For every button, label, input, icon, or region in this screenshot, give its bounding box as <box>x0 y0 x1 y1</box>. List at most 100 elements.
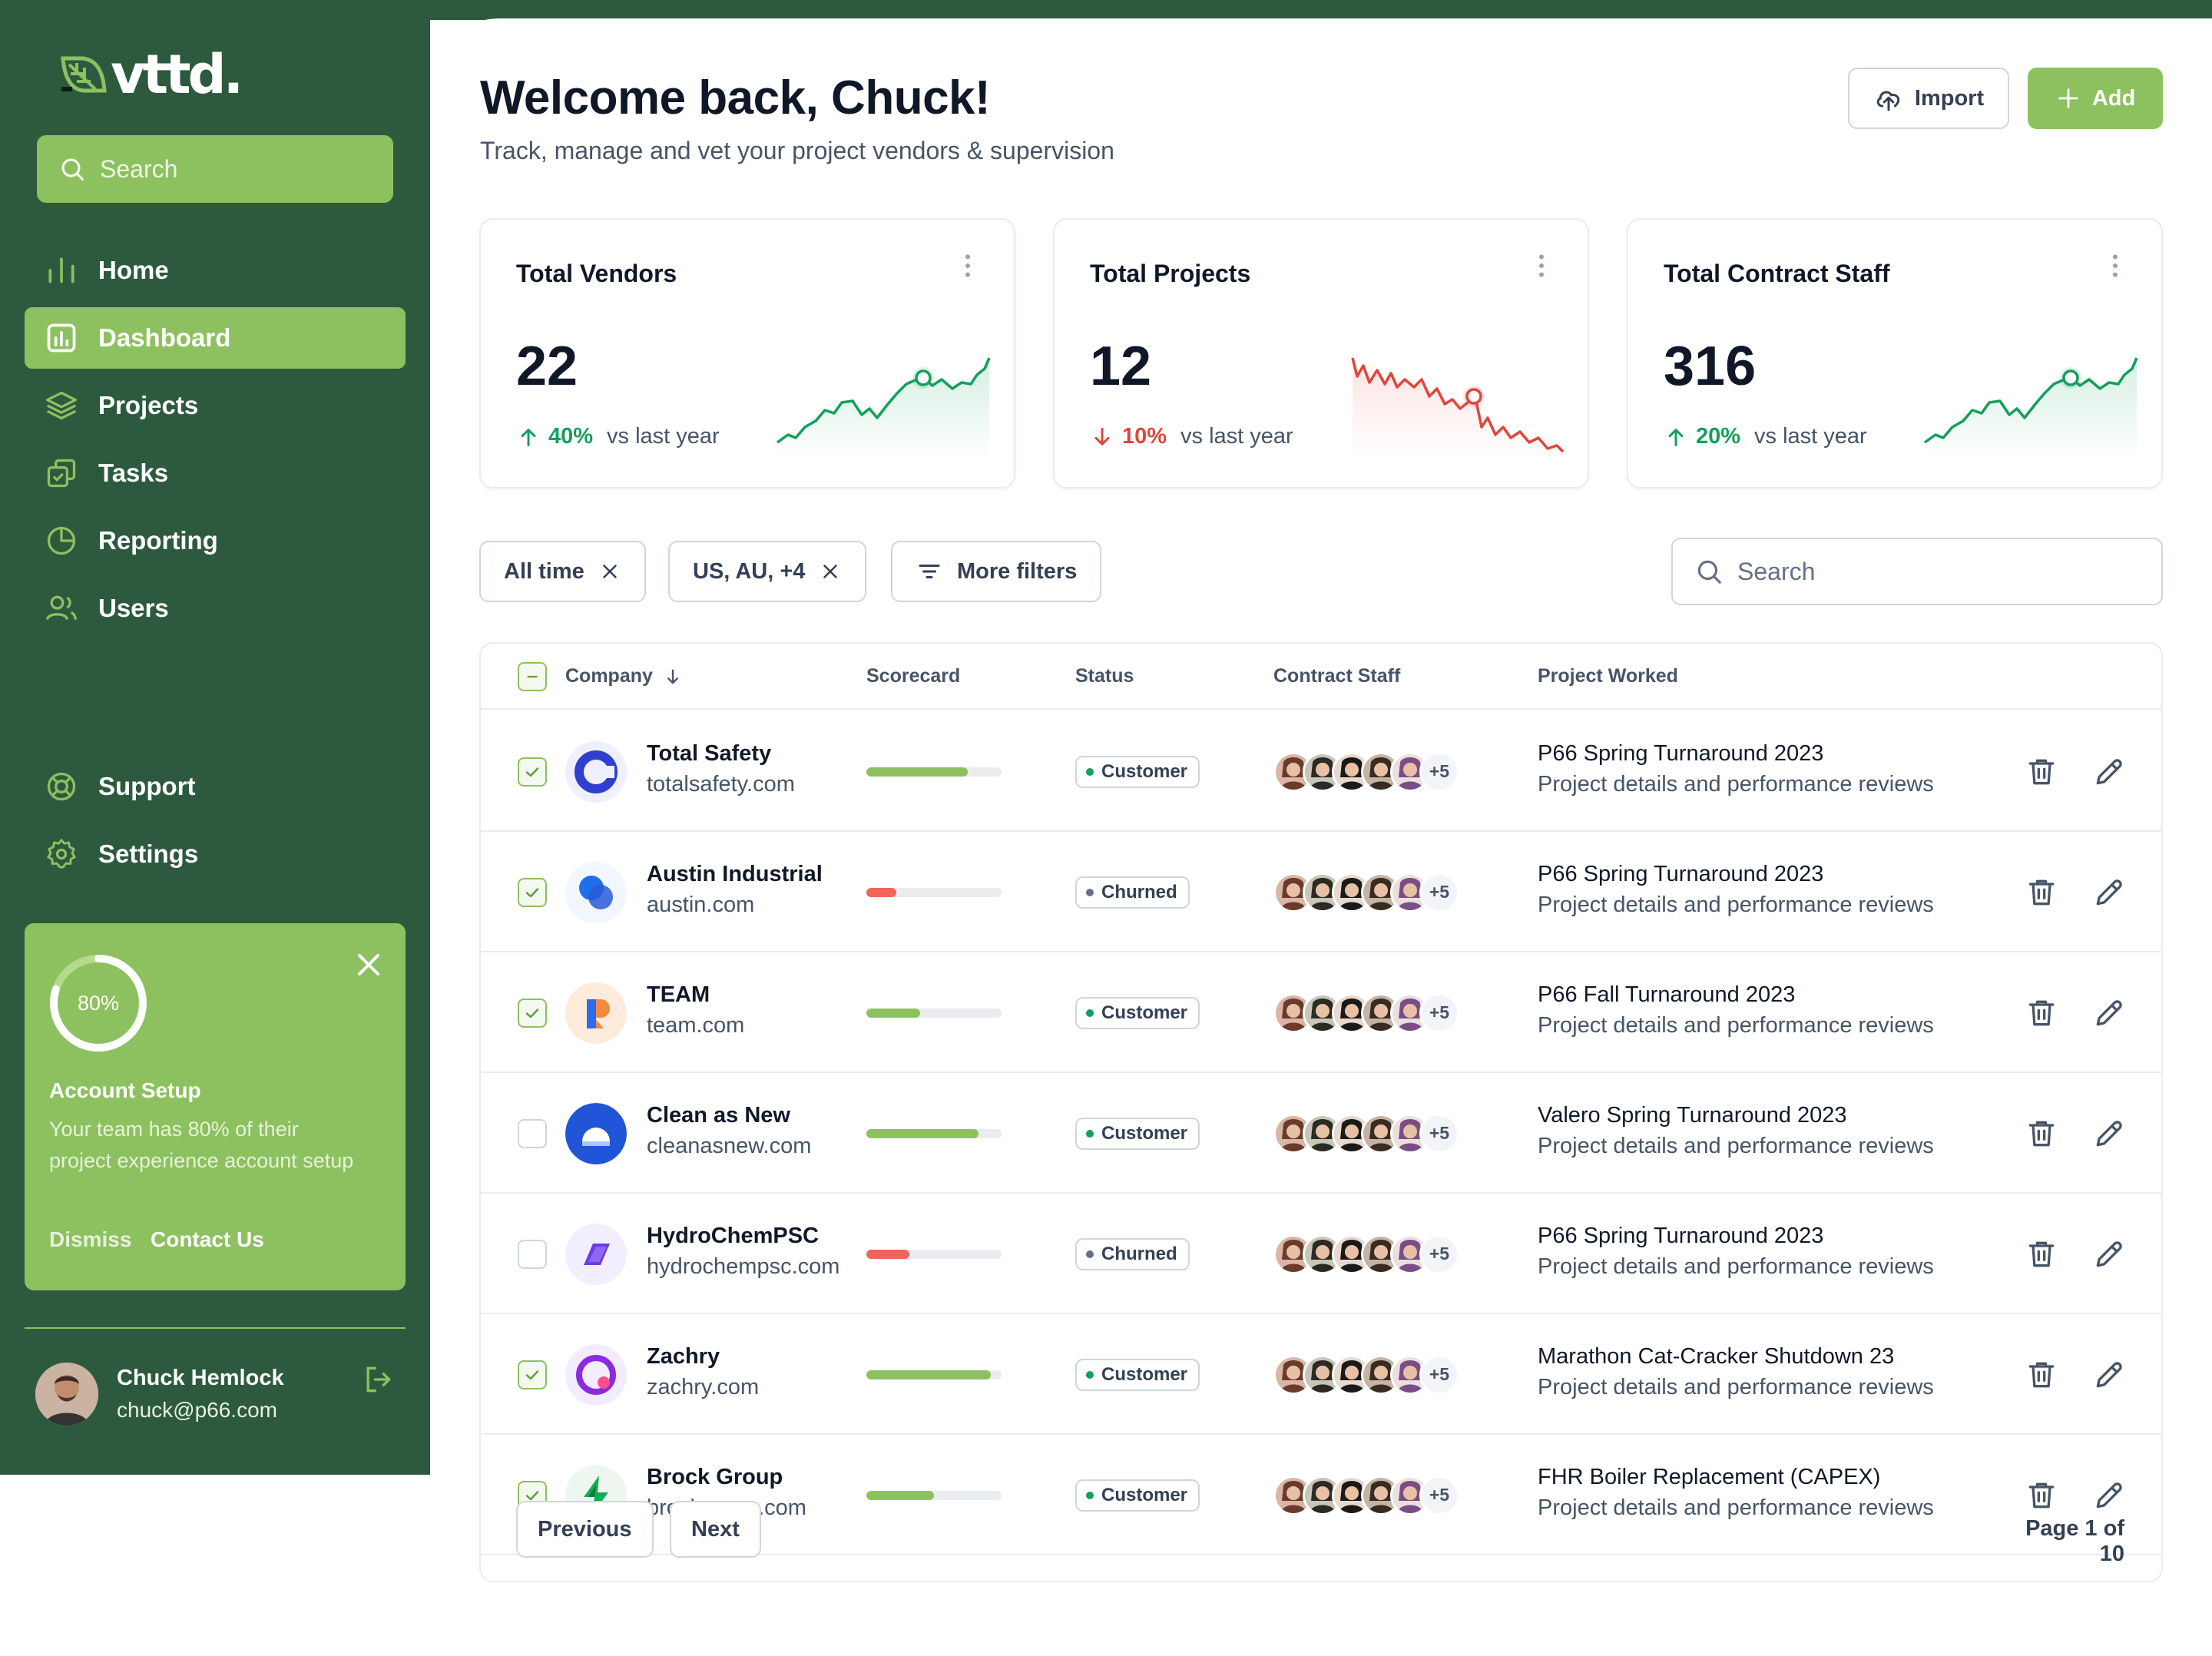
company-name[interactable]: Austin Industrial <box>647 862 823 887</box>
company-website[interactable]: hydrochempsc.com <box>647 1254 839 1280</box>
table-row[interactable]: TEAM team.com Customer +5 P66 Fall Turnaroun… <box>481 952 2161 1073</box>
stat-change: 10% <box>1122 424 1167 449</box>
company-name[interactable]: Brock Group <box>647 1465 783 1490</box>
pencil-icon[interactable] <box>2092 1237 2126 1271</box>
sidebar-search-placeholder: Search <box>100 154 178 183</box>
user-avatar-image <box>35 1363 98 1426</box>
company-website[interactable]: austin.com <box>647 893 754 918</box>
status-badge: Customer <box>1075 755 1200 788</box>
page-title: Welcome back, Chuck! <box>480 71 991 124</box>
more-vertical-icon[interactable] <box>2100 250 2131 281</box>
stat-card-contract-staff: Total Contract Staff 316 20% vs last yea… <box>1627 218 2163 489</box>
project-details: Project details and performance reviews <box>1538 1012 1934 1038</box>
filter-chip-time[interactable]: All time <box>479 541 646 602</box>
contract-staff-avatars[interactable]: +5 <box>1273 1475 1459 1515</box>
row-checkbox[interactable] <box>518 877 547 907</box>
pencil-icon[interactable] <box>2092 996 2126 1030</box>
filter-lines-icon <box>919 565 940 578</box>
avatar[interactable] <box>35 1363 98 1426</box>
plus-icon <box>2058 88 2078 108</box>
table-row[interactable]: Austin Industrial austin.com Churned +5 P66 … <box>481 832 2161 952</box>
pencil-icon[interactable] <box>2092 1117 2126 1151</box>
status-dot <box>1086 1009 1094 1017</box>
pencil-icon[interactable] <box>2092 755 2126 789</box>
close-icon[interactable] <box>819 560 842 583</box>
sidebar-item-users[interactable]: Users <box>25 578 406 639</box>
row-checkbox[interactable] <box>518 1118 547 1148</box>
more-vertical-icon[interactable] <box>952 250 983 281</box>
company-website[interactable]: totalsafety.com <box>647 772 795 797</box>
trash-icon[interactable] <box>2025 996 2058 1030</box>
company-name[interactable]: Zachry <box>647 1344 720 1370</box>
sidebar-item-home[interactable]: Home <box>25 240 406 301</box>
pencil-icon[interactable] <box>2092 1479 2126 1512</box>
company-website[interactable]: team.com <box>647 1013 744 1038</box>
sidebar-item-projects[interactable]: Projects <box>25 375 406 436</box>
row-checkbox[interactable] <box>518 757 547 787</box>
contract-staff-avatars[interactable]: +5 <box>1273 1113 1459 1154</box>
company-logo <box>565 982 627 1044</box>
scorecard-fill <box>866 887 896 897</box>
trash-icon[interactable] <box>2025 1237 2058 1271</box>
status-label: Churned <box>1101 1243 1177 1264</box>
sidebar-item-reporting[interactable]: Reporting <box>25 510 406 571</box>
pencil-icon[interactable] <box>2092 1358 2126 1392</box>
company-name[interactable]: HydroChemPSC <box>647 1224 819 1249</box>
contract-staff-avatars[interactable]: +5 <box>1273 992 1459 1033</box>
company-name[interactable]: Total Safety <box>647 741 771 767</box>
column-company[interactable]: Company <box>565 665 684 687</box>
sidebar-item-tasks[interactable]: Tasks <box>25 442 406 504</box>
filter-chip-region[interactable]: US, AU, +4 <box>668 541 867 602</box>
staff-more-count: +5 <box>1419 751 1459 792</box>
sidebar-search-input[interactable]: Search <box>37 135 393 203</box>
status-badge: Customer <box>1075 1479 1200 1512</box>
sidebar-item-dashboard[interactable]: Dashboard <box>25 307 406 369</box>
more-vertical-icon[interactable] <box>1526 250 1557 281</box>
pencil-icon[interactable] <box>2092 876 2126 909</box>
row-checkbox[interactable] <box>518 1239 547 1269</box>
logout-icon[interactable] <box>361 1363 395 1396</box>
previous-button[interactable]: Previous <box>516 1501 654 1558</box>
sidebar-item-support[interactable]: Support <box>25 756 406 817</box>
select-all-checkbox[interactable] <box>518 662 547 691</box>
company-name[interactable]: Clean as New <box>647 1103 790 1128</box>
contract-staff-avatars[interactable]: +5 <box>1273 872 1459 912</box>
contract-staff-avatars[interactable]: +5 <box>1273 1234 1459 1274</box>
company-logo <box>565 1102 627 1164</box>
dismiss-link[interactable]: Dismiss <box>49 1227 131 1252</box>
table-row[interactable]: Clean as New cleanasnew.com Customer +5 Vale… <box>481 1073 2161 1194</box>
table-row[interactable]: Total Safety totalsafety.com Customer +5 P66… <box>481 711 2161 832</box>
staff-more-count: +5 <box>1419 1475 1459 1515</box>
trash-icon[interactable] <box>2025 755 2058 789</box>
status-dot <box>1086 1491 1094 1499</box>
trash-icon[interactable] <box>2025 1117 2058 1151</box>
scorecard-fill <box>866 1128 979 1138</box>
company-website[interactable]: zachry.com <box>647 1375 759 1400</box>
contract-staff-avatars[interactable]: +5 <box>1273 1354 1459 1395</box>
status-dot <box>1086 1370 1094 1379</box>
contact-us-link[interactable]: Contact Us <box>151 1227 264 1252</box>
table-row[interactable]: Zachry zachry.com Customer +5 Marathon Cat-C… <box>481 1314 2161 1435</box>
sidebar-item-settings[interactable]: Settings <box>25 823 406 885</box>
trash-icon[interactable] <box>2025 1358 2058 1392</box>
close-icon[interactable] <box>598 560 621 583</box>
table-search-input[interactable]: Search <box>1671 538 2163 605</box>
add-button[interactable]: Add <box>2028 68 2163 129</box>
trash-icon[interactable] <box>2025 876 2058 909</box>
next-button[interactable]: Next <box>670 1501 761 1558</box>
table-row[interactable]: HydroChemPSC hydrochempsc.com Churned +5 P66… <box>481 1194 2161 1314</box>
close-icon[interactable] <box>350 946 387 983</box>
stat-trend: 40% vs last year <box>516 424 720 449</box>
trash-icon[interactable] <box>2025 1479 2058 1512</box>
stat-value: 22 <box>516 336 578 397</box>
more-filters-button[interactable]: More filters <box>891 541 1102 602</box>
company-name[interactable]: TEAM <box>647 982 710 1008</box>
contract-staff-avatars[interactable]: +5 <box>1273 751 1459 792</box>
row-checkbox[interactable] <box>518 998 547 1028</box>
import-button[interactable]: Import <box>1848 68 2009 129</box>
app-logo[interactable]: vttd. <box>60 48 243 101</box>
check-icon <box>525 1370 539 1379</box>
company-website[interactable]: cleanasnew.com <box>647 1134 811 1159</box>
row-checkbox[interactable] <box>518 1360 547 1389</box>
project-details: Project details and performance reviews <box>1538 1133 1934 1158</box>
